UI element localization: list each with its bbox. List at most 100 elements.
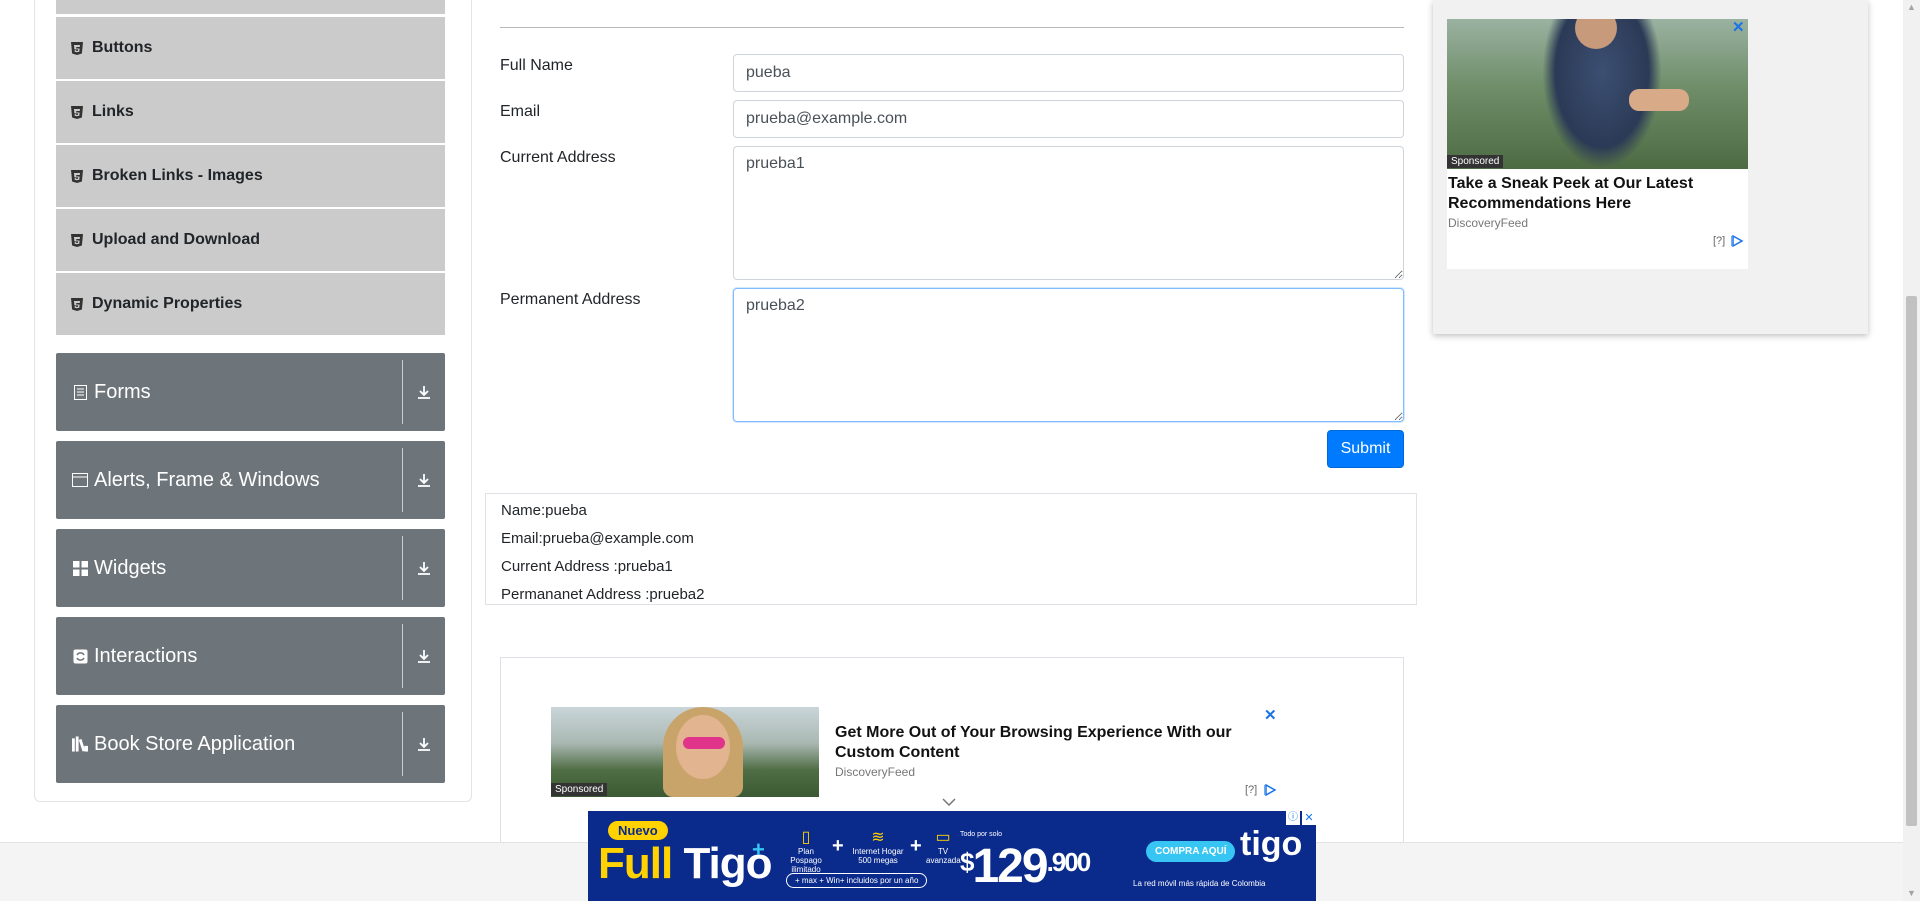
- sidebar-item-partial[interactable]: [56, 0, 445, 14]
- output-panel: Name:pueba Email:prueba@example.com Curr…: [485, 493, 1417, 605]
- adchoices-icon[interactable]: [1263, 783, 1278, 801]
- group-label: Alerts, Frame & Windows: [94, 468, 320, 491]
- html5-icon: [70, 41, 84, 55]
- ad-source[interactable]: DiscoveryFeed: [835, 765, 915, 779]
- feature-label: TV avanzada: [926, 847, 961, 865]
- buy-now-button[interactable]: COMPRA AQUÍ: [1146, 841, 1236, 862]
- plus-sign: +: [910, 835, 922, 857]
- ad-source[interactable]: DiscoveryFeed: [1448, 216, 1528, 230]
- form-icon: [72, 384, 88, 400]
- sidebar-item-label: Upload and Download: [92, 231, 260, 248]
- permanent-address-textarea[interactable]: prueba2: [733, 288, 1404, 422]
- sidebar-group-book-store[interactable]: Book Store Application: [56, 705, 445, 783]
- tigo-banner-ad[interactable]: Nuevo Full Tigo + ▯ Plan Pospago ilimita…: [588, 811, 1316, 901]
- new-badge: Nuevo: [608, 821, 668, 840]
- group-divider: [402, 712, 403, 776]
- current-address-textarea[interactable]: prueba1: [733, 146, 1404, 280]
- sidebar-item-label: Broken Links - Images: [92, 167, 263, 184]
- close-icon[interactable]: ✕: [1732, 18, 1745, 36]
- wifi-icon: ≋: [871, 829, 885, 846]
- html5-icon: [70, 169, 84, 183]
- sidebar-group-widgets[interactable]: Widgets: [56, 529, 445, 607]
- feature-internet: ≋ Internet Hogar 500 megas: [850, 829, 906, 865]
- tigo-logo: tigo: [1240, 825, 1303, 863]
- sunglasses: [683, 737, 725, 749]
- sidebar-group-forms[interactable]: Forms: [56, 353, 445, 431]
- price-decimal: .900: [1046, 847, 1092, 877]
- price: $129.900: [960, 839, 1092, 894]
- output-current-address: Current Address :prueba1: [501, 558, 673, 575]
- close-icon[interactable]: ✕: [1264, 706, 1277, 724]
- email-label: Email: [500, 103, 541, 120]
- tv-icon: ▭: [935, 829, 951, 846]
- ad-info-link[interactable]: [?]: [1713, 235, 1725, 247]
- group-label: Forms: [94, 380, 151, 403]
- phone-icon: ▯: [801, 829, 811, 846]
- chevron-down-icon[interactable]: [942, 793, 956, 809]
- sidebar-item-label: Buttons: [92, 39, 153, 56]
- feature-mobile: ▯ Plan Pospago ilimitado: [782, 829, 830, 874]
- output-email: Email:prueba@example.com: [501, 530, 694, 547]
- tagline: La red móvil más rápida de Colombia: [1133, 879, 1266, 888]
- feature-tv: ▭ TV avanzada: [926, 829, 961, 865]
- scrollbar-thumb[interactable]: [1906, 296, 1917, 826]
- sidebar-item-label: Dynamic Properties: [92, 295, 243, 312]
- included-pill: + max + Win+ incluidos por un año: [786, 873, 928, 888]
- feature-label: Plan Pospago ilimitado: [790, 847, 822, 874]
- window-icon: [72, 472, 88, 488]
- output-name: Name:pueba: [501, 502, 587, 519]
- ad-info-link[interactable]: [?]: [1245, 784, 1257, 796]
- html5-icon: [70, 297, 84, 311]
- price-prefix: Todo por solo: [960, 831, 1003, 838]
- download-icon[interactable]: [413, 557, 435, 579]
- sidebar-group-alerts[interactable]: Alerts, Frame & Windows: [56, 441, 445, 519]
- sidebar-group-interactions[interactable]: Interactions: [56, 617, 445, 695]
- download-icon[interactable]: [413, 381, 435, 403]
- book-icon: [72, 736, 88, 752]
- sponsored-badge: Sponsored: [1447, 155, 1504, 168]
- brand-name: Full Tigo: [598, 839, 773, 889]
- full-name-label: Full Name: [500, 57, 573, 74]
- sidebar-item-dynamic-properties[interactable]: Dynamic Properties: [56, 273, 445, 335]
- brand-full: Full: [598, 839, 673, 888]
- scroll-up-arrow[interactable]: ▲: [1906, 2, 1917, 14]
- group-divider: [402, 360, 403, 424]
- plus-sign: +: [832, 835, 844, 857]
- info-icon[interactable]: ⓘ: [1286, 811, 1300, 825]
- group-label: Book Store Application: [94, 732, 296, 755]
- right-ad-container: Sponsored Take a Sneak Peek at Our Lates…: [1433, 0, 1868, 334]
- sidebar-item-buttons[interactable]: Buttons: [56, 17, 445, 79]
- download-icon[interactable]: [413, 469, 435, 491]
- grid-icon: [72, 560, 88, 576]
- feature-label: Internet Hogar 500 megas: [852, 847, 904, 865]
- ad-title[interactable]: Take a Sneak Peek at Our Latest Recommen…: [1448, 174, 1744, 214]
- submit-button[interactable]: Submit: [1327, 430, 1404, 468]
- full-name-input[interactable]: [733, 54, 1404, 92]
- scroll-down-arrow[interactable]: ▼: [1906, 888, 1917, 900]
- currency: $: [960, 847, 975, 877]
- sidebar-item-upload-download[interactable]: Upload and Download: [56, 209, 445, 271]
- price-main: 129: [972, 840, 1048, 893]
- output-permanent-address: Permananet Address :prueba2: [501, 586, 705, 603]
- sidebar-item-links[interactable]: Links: [56, 81, 445, 143]
- group-divider: [402, 448, 403, 512]
- interactions-icon: [72, 648, 88, 664]
- email-input[interactable]: [733, 100, 1404, 138]
- permanent-address-label: Permanent Address: [500, 291, 641, 308]
- form-divider: [500, 27, 1404, 28]
- html5-icon: [70, 105, 84, 119]
- brand-plus: +: [752, 837, 765, 862]
- hiker-hand: [1629, 89, 1689, 111]
- ad-photo[interactable]: Sponsored: [551, 707, 819, 797]
- download-icon[interactable]: [413, 733, 435, 755]
- close-icon[interactable]: ✕: [1302, 811, 1316, 825]
- sponsored-badge: Sponsored: [551, 783, 608, 796]
- adchoices-icon[interactable]: [1730, 234, 1745, 252]
- download-icon[interactable]: [413, 645, 435, 667]
- group-label: Interactions: [94, 644, 198, 667]
- sidebar-item-broken-links[interactable]: Broken Links - Images: [56, 145, 445, 207]
- right-ad[interactable]: Sponsored Take a Sneak Peek at Our Lates…: [1447, 19, 1748, 269]
- html5-icon: [70, 233, 84, 247]
- ad-title[interactable]: Get More Out of Your Browsing Experience…: [835, 723, 1255, 763]
- group-divider: [402, 624, 403, 688]
